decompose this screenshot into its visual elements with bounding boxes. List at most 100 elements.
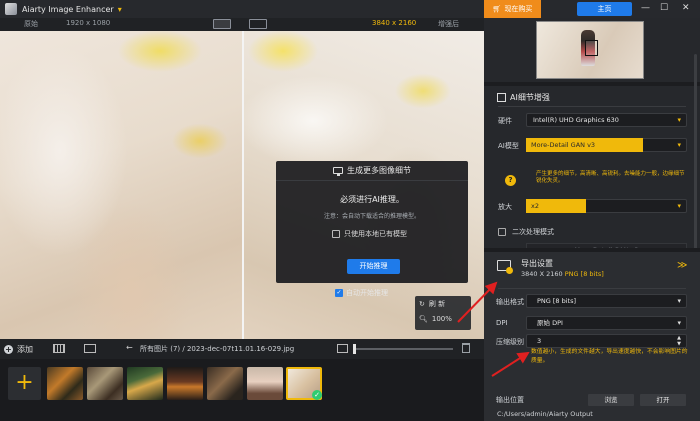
app-logo-icon [5,3,17,15]
output-summary: 3840 X 2160 PNG [8 bits] [521,270,604,278]
local-model-label: 只使用本地已有模型 [344,230,407,238]
back-arrow-icon[interactable]: ← [126,343,133,352]
split-view-toggle[interactable] [213,19,231,29]
summary-bits: [8 bits] [580,270,604,278]
plus-circle-icon: + [4,345,13,354]
model-label: AI模型 [498,142,519,150]
checkbox-box[interactable] [332,230,340,238]
compression-value: 3 [537,337,542,345]
output-path-label: 输出位置 [496,396,524,404]
zoom-tools: ↻ 刷 新 🔍︎ 100% [415,296,471,330]
ai-inference-dialog: 生成更多图像细节 必须进行AI推理。 注意：会自动下载适合的推理模型。 只使用本… [276,161,468,283]
reset-label: 刷 新 [428,300,446,308]
divider [498,288,686,289]
maximize-icon[interactable]: ☐ [660,3,668,13]
dialog-note: 注意：会自动下载适合的推理模型。 [323,213,420,220]
panel-scrollbar[interactable] [694,54,697,264]
auto-infer-label: 自动开始推理 [346,289,388,297]
chevron-down-icon[interactable]: ▾ [118,5,122,14]
navigator-thumbnail[interactable] [536,21,644,79]
enhance-icon [497,93,506,102]
side-by-side-toggle[interactable] [249,19,267,29]
open-button[interactable]: 打开 [640,394,686,406]
original-label: 原始 [24,20,38,28]
zoom-button[interactable]: 🔍︎ 100% [419,315,452,323]
summary-size: 3840 X 2160 [521,270,563,278]
dpi-select[interactable]: 原始 DPI ▾ [526,316,687,330]
output-size: 3840 x 2160 [372,19,417,27]
compression-note: 数值越小，生成的文件越大，导出速度越快，不会影响图片的质量。 [531,349,688,364]
gear-icon [506,267,513,274]
buy-label: 现在购买 [504,5,533,13]
compression-label: 压缩级别 [496,338,524,346]
zoom-icon: 🔍︎ [419,315,428,323]
image-icon [337,344,348,353]
monitor-icon [333,167,343,176]
dialog-title: 必须进行AI推理。 [340,195,404,204]
minimize-icon[interactable]: — [641,3,650,13]
collapse-chevron-icon[interactable]: ≫ [677,260,687,271]
scale-value[interactable]: x2 [526,199,586,213]
help-icon[interactable]: ? [505,175,516,186]
home-button[interactable]: 主页 [577,2,632,16]
add-button[interactable]: + 添加 [4,344,33,355]
thumbnail-animal[interactable] [87,367,123,400]
auto-infer-checkbox[interactable]: ✓ 自动开始推理 [335,288,388,298]
model-value[interactable]: More-Detail GAN v3 [526,138,643,152]
start-inference-button[interactable]: 开始推理 [347,259,400,274]
thumbnail-portrait[interactable] [247,367,283,400]
chevron-down-icon: ▾ [677,319,681,327]
hardware-select[interactable]: Intel(R) UHD Graphics 630 ▾ [526,113,687,127]
title-bar: Aiarty Image Enhancer ▾ [0,0,484,18]
right-top-bar: 🛒︎ 现在购买 主页 — ☐ ✕ [484,0,700,18]
trash-icon[interactable] [462,343,470,353]
source-size: 1920 x 1080 [66,19,111,27]
scale-label: 放大 [498,203,512,211]
hardware-label: 硬件 [498,117,512,125]
checkmark-icon[interactable]: ✓ [335,289,343,297]
app-title: Aiarty Image Enhancer [22,4,114,14]
thumbnail-selected[interactable]: ✓ [286,367,322,400]
navigator-viewport[interactable] [585,40,598,56]
dialog-header: 生成更多图像细节 [276,161,468,181]
zoom-slider-thumb[interactable] [353,344,356,354]
thumbnail-food[interactable] [167,367,203,400]
buy-now-button[interactable]: 🛒︎ 现在购买 [484,0,541,18]
thumbnail-tiger[interactable] [47,367,83,400]
cart-icon: 🛒︎ [492,5,502,13]
filmstrip-view-icon[interactable] [84,344,96,353]
info-bar: 原始 1920 x 1080 3840 x 2160 增强后 [0,18,484,31]
local-model-checkbox[interactable]: 只使用本地已有模型 [332,229,407,239]
check-icon: ✓ [312,390,322,400]
chevron-down-icon: ▾ [677,141,681,149]
divider [498,106,686,107]
enhanced-label: 增强后 [438,20,459,28]
second-pass-checkbox[interactable] [498,228,506,236]
zoom-value: 100% [431,315,452,323]
grid-view-icon[interactable] [53,344,65,353]
section-divider [484,82,700,86]
zoom-slider[interactable] [353,348,453,350]
browse-button[interactable]: 浏览 [588,394,634,406]
format-value: PNG [8 bits] [537,297,577,305]
original-preview-image [0,31,243,339]
model-description: 产生更多的细节，高清晰、高锐利。去噪能力一般，边缘细节锐化失灵。 [536,171,685,184]
dpi-value: 原始 DPI [537,319,563,327]
thumbnail-dog[interactable] [207,367,243,400]
add-image-button[interactable]: + [8,367,41,400]
reset-view-button[interactable]: ↻ 刷 新 [419,299,445,309]
second-pass-label: 二次处理模式 [512,228,554,236]
chevron-down-icon: ▾ [677,116,681,124]
bottom-toolbar: + 添加 ← 所有图片 (7) / 2023-dec-07t11.01.16-0… [0,339,484,359]
compare-split-handle[interactable] [242,31,244,339]
format-select[interactable]: PNG [8 bits] ▾ [526,294,687,308]
summary-format: PNG [564,270,579,278]
file-path: 所有图片 (7) / 2023-dec-07t11.01.16-029.jpg [140,345,295,353]
dialog-header-text: 生成更多图像细节 [347,166,411,175]
rotate-icon: ↻ [419,300,425,308]
thumbnail-figure[interactable] [127,367,163,400]
thumbnail-strip: + ✓ [0,359,484,421]
close-icon[interactable]: ✕ [682,3,690,13]
stepper-arrows-icon[interactable]: ▲ ▼ [677,335,681,347]
compression-stepper[interactable]: 3 ▲ ▼ [526,334,687,348]
